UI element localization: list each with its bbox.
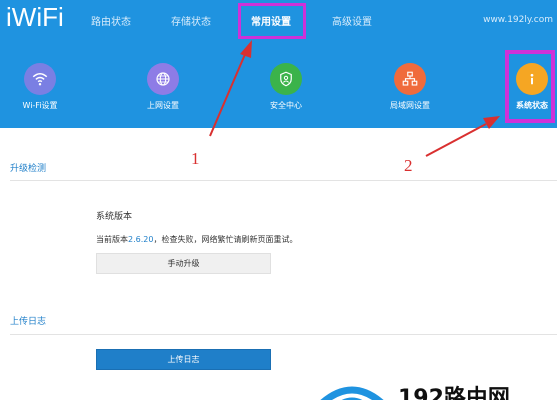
status-message: ，检查失败，网络繁忙请刷新页面重试。 [153, 235, 298, 244]
version-number: 2.6.20 [128, 235, 154, 244]
current-version-prefix: 当前版本 [96, 235, 128, 244]
tab-advanced-settings[interactable]: 高级设置 [332, 13, 372, 28]
app-logo: iWiFi [6, 2, 64, 32]
upload-log-title: 上传日志 [10, 317, 47, 327]
menu-label: 局域网设置 [390, 101, 430, 110]
menu-item-internet-settings[interactable]: 上网设置 [128, 63, 198, 111]
watermark: 192路由网 [312, 374, 557, 400]
wifi-icon [24, 63, 56, 95]
menu-item-wifi-settings[interactable]: Wi-Fi设置 [5, 63, 75, 111]
upload-log-button[interactable]: 上传日志 [96, 349, 271, 370]
manual-upgrade-button[interactable]: 手动升级 [96, 253, 271, 274]
tab-storage-status[interactable]: 存储状态 [171, 13, 211, 28]
system-status-highlight-box [505, 50, 555, 123]
menu-item-security-center[interactable]: 安全中心 [251, 63, 321, 111]
menu-label: 安全中心 [270, 101, 302, 110]
menu-label: Wi-Fi设置 [22, 101, 58, 110]
divider [10, 180, 557, 181]
menu-label: 上网设置 [147, 101, 179, 110]
upgrade-check-title: 升级检测 [10, 164, 47, 174]
tab-highlight-box [238, 3, 306, 39]
divider [10, 334, 557, 335]
globe-icon [147, 63, 179, 95]
watermark-wifi-icon [320, 386, 384, 400]
system-version-label: 系统版本 [96, 212, 133, 222]
network-icon [394, 63, 426, 95]
menu-item-lan-settings[interactable]: 局域网设置 [375, 63, 445, 111]
site-url: www.192ly.com [483, 15, 553, 25]
watermark-text: 192路由网 [398, 386, 510, 400]
annotation-number-one: 1 [191, 149, 200, 168]
shield-icon [270, 63, 302, 95]
current-version-text: 当前版本2.6.20，检查失败，网络繁忙请刷新页面重试。 [96, 234, 297, 245]
tab-router-status[interactable]: 路由状态 [91, 13, 131, 28]
annotation-number-two: 2 [404, 156, 413, 175]
